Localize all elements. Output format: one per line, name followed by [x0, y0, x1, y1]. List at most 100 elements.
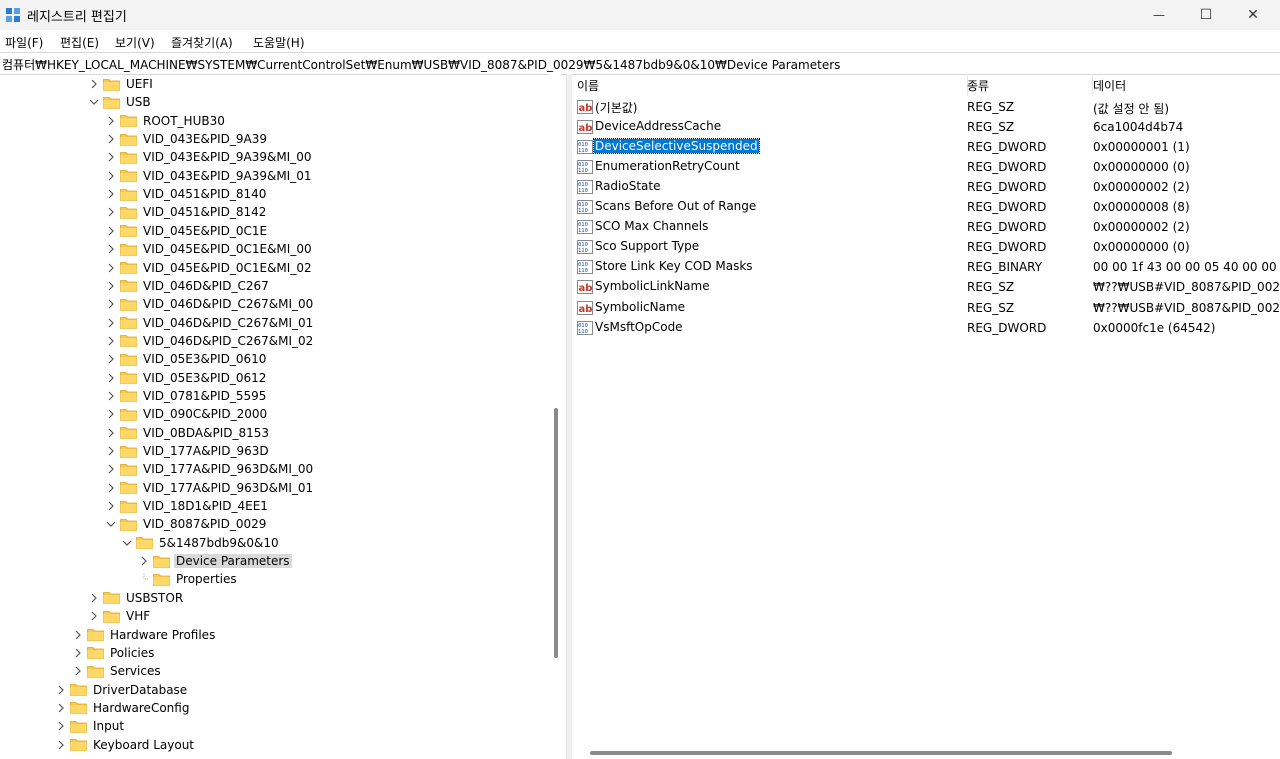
value-row[interactable]: 010 110 SCO Max Channels REG_DWORD 0x0000000…	[571, 217, 1280, 237]
chevron-right-icon[interactable]	[106, 299, 116, 309]
chevron-right-icon[interactable]	[106, 171, 116, 181]
chevron-right-icon[interactable]	[106, 501, 116, 511]
chevron-right-icon[interactable]	[106, 134, 116, 144]
tree-item[interactable]: VID_046D&PID_C267&MI_00	[106, 295, 315, 313]
address-path[interactable]: 컴퓨터₩HKEY_LOCAL_MACHINE₩SYSTEM₩CurrentCon…	[2, 56, 840, 73]
chevron-right-icon[interactable]	[106, 207, 116, 217]
tree-item[interactable]: VID_045E&PID_0C1E	[106, 222, 269, 240]
tree-item[interactable]: Hardware Profiles	[73, 626, 217, 644]
list-horizontal-scrollbar[interactable]	[590, 751, 1172, 755]
tree-item[interactable]: Properties	[139, 570, 239, 588]
value-row[interactable]: 010 110 Store Link Key COD Masks REG_BINARY…	[571, 257, 1280, 277]
chevron-right-icon[interactable]	[89, 79, 99, 89]
menu-favorites[interactable]: 즐겨찾기(A)	[171, 34, 233, 51]
chevron-right-icon[interactable]	[106, 116, 116, 126]
value-row[interactable]: ab SymbolicName REG_SZ ₩??₩USB#VID_8087&PID…	[571, 298, 1280, 318]
tree-item[interactable]: VID_045E&PID_0C1E&MI_02	[106, 259, 314, 277]
chevron-right-icon[interactable]	[56, 703, 66, 713]
tree-item[interactable]: VID_046D&PID_C267&MI_02	[106, 332, 315, 350]
chevron-right-icon[interactable]	[106, 428, 116, 438]
chevron-right-icon[interactable]	[106, 318, 116, 328]
minimize-button[interactable]: —	[1136, 0, 1182, 30]
chevron-right-icon[interactable]	[89, 593, 99, 603]
chevron-down-icon[interactable]	[89, 97, 99, 107]
chevron-right-icon[interactable]	[56, 740, 66, 750]
chevron-right-icon[interactable]	[106, 373, 116, 383]
tree-item[interactable]: VID_05E3&PID_0612	[106, 369, 268, 387]
value-row[interactable]: 010 110 Sco Support Type REG_DWORD 0x0000000…	[571, 237, 1280, 257]
tree-item[interactable]: VID_177A&PID_963D	[106, 442, 271, 460]
chevron-right-icon[interactable]	[89, 611, 99, 621]
chevron-right-icon[interactable]	[106, 354, 116, 364]
chevron-right-icon[interactable]	[106, 281, 116, 291]
value-row[interactable]: 010 110 EnumerationRetryCount REG_DWORD 0x00…	[571, 157, 1280, 177]
chevron-right-icon[interactable]	[56, 685, 66, 695]
tree-item[interactable]: Policies	[73, 644, 156, 662]
tree-item[interactable]: VID_18D1&PID_4EE1	[106, 497, 270, 515]
column-header-type[interactable]: 종류	[962, 74, 1093, 96]
value-row[interactable]: 010 110 DeviceSelectiveSuspended REG_DWORD 0…	[571, 137, 1280, 157]
value-row[interactable]: ab DeviceAddressCache REG_SZ 6ca1004d4b74	[571, 117, 1280, 137]
chevron-right-icon[interactable]	[106, 152, 116, 162]
tree-item[interactable]: VID_046D&PID_C267	[106, 277, 271, 295]
menu-file[interactable]: 파일(F)	[5, 34, 43, 51]
tree-item[interactable]: VID_046D&PID_C267&MI_01	[106, 314, 315, 332]
tree-item[interactable]: 5&1487bdb9&0&10	[122, 534, 281, 552]
chevron-right-icon[interactable]	[106, 391, 116, 401]
chevron-down-icon[interactable]	[106, 519, 116, 529]
chevron-right-icon[interactable]	[106, 263, 116, 273]
address-bar[interactable]: 컴퓨터₩HKEY_LOCAL_MACHINE₩SYSTEM₩CurrentCon…	[0, 52, 1280, 75]
tree-item[interactable]: Services	[73, 662, 163, 680]
chevron-right-icon[interactable]	[73, 630, 83, 640]
tree-item[interactable]: VID_0451&PID_8142	[106, 203, 268, 221]
menu-edit[interactable]: 편집(E)	[60, 34, 99, 51]
tree-item[interactable]: VID_045E&PID_0C1E&MI_00	[106, 240, 314, 258]
tree-item[interactable]: UEFI	[89, 75, 155, 93]
tree-item[interactable]: DriverDatabase	[56, 681, 189, 699]
tree-item[interactable]: VID_043E&PID_9A39&MI_01	[106, 167, 313, 185]
maximize-button[interactable]: ☐	[1183, 0, 1229, 30]
tree-item[interactable]: VID_8087&PID_0029	[106, 515, 268, 533]
tree-item[interactable]: Input	[56, 717, 126, 735]
tree-item[interactable]: VID_05E3&PID_0610	[106, 350, 268, 368]
chevron-right-icon[interactable]	[139, 556, 149, 566]
chevron-right-icon[interactable]	[106, 464, 116, 474]
chevron-down-icon[interactable]	[122, 538, 132, 548]
chevron-right-icon[interactable]	[106, 189, 116, 199]
menu-help[interactable]: 도움말(H)	[253, 34, 305, 51]
tree-item[interactable]: VID_043E&PID_9A39&MI_00	[106, 148, 313, 166]
value-row[interactable]: 010 110 VsMsftOpCode REG_DWORD 0x0000fc1e (6…	[571, 318, 1280, 338]
tree-scrollbar-thumb[interactable]	[554, 408, 558, 658]
chevron-right-icon[interactable]	[73, 648, 83, 658]
chevron-right-icon[interactable]	[106, 336, 116, 346]
value-row[interactable]: ab SymbolicLinkName REG_SZ ₩??₩USB#VID_8087…	[571, 277, 1280, 297]
chevron-right-icon[interactable]	[106, 226, 116, 236]
tree-item[interactable]: Device Parameters	[139, 552, 292, 570]
tree-item[interactable]: Keyboard Layout	[56, 736, 196, 754]
column-header-data[interactable]: 데이터	[1088, 74, 1280, 96]
chevron-right-icon[interactable]	[106, 483, 116, 493]
chevron-right-icon[interactable]	[56, 721, 66, 731]
value-row[interactable]: 010 110 RadioState REG_DWORD 0x00000002 (2)	[571, 177, 1280, 197]
tree-item[interactable]: VID_0BDA&PID_8153	[106, 424, 271, 442]
chevron-right-icon[interactable]	[73, 666, 83, 676]
tree-item[interactable]: VHF	[89, 607, 152, 625]
tree-item[interactable]: VID_043E&PID_9A39	[106, 130, 269, 148]
chevron-right-icon[interactable]	[106, 244, 116, 254]
value-row[interactable]: ab (기본값) REG_SZ (값 설정 안 됨)	[571, 97, 1280, 117]
tree-item[interactable]: VID_090C&PID_2000	[106, 405, 269, 423]
tree-item[interactable]: VID_0451&PID_8140	[106, 185, 268, 203]
tree-item[interactable]: VID_177A&PID_963D&MI_01	[106, 479, 315, 497]
tree-item[interactable]: ROOT_HUB30	[106, 112, 227, 130]
tree-item[interactable]: USB	[89, 93, 153, 111]
close-button[interactable]: ✕	[1230, 0, 1276, 30]
tree-item[interactable]: VID_177A&PID_963D&MI_00	[106, 460, 315, 478]
tree-item[interactable]: USBSTOR	[89, 589, 185, 607]
menu-view[interactable]: 보기(V)	[115, 34, 155, 51]
tree-item[interactable]: HardwareConfig	[56, 699, 191, 717]
tree-item[interactable]: VID_0781&PID_5595	[106, 387, 268, 405]
chevron-right-icon[interactable]	[106, 409, 116, 419]
chevron-right-icon[interactable]	[106, 446, 116, 456]
value-row[interactable]: 010 110 Scans Before Out of Range REG_DWORD…	[571, 197, 1280, 217]
column-header-name[interactable]: 이름	[571, 74, 968, 96]
